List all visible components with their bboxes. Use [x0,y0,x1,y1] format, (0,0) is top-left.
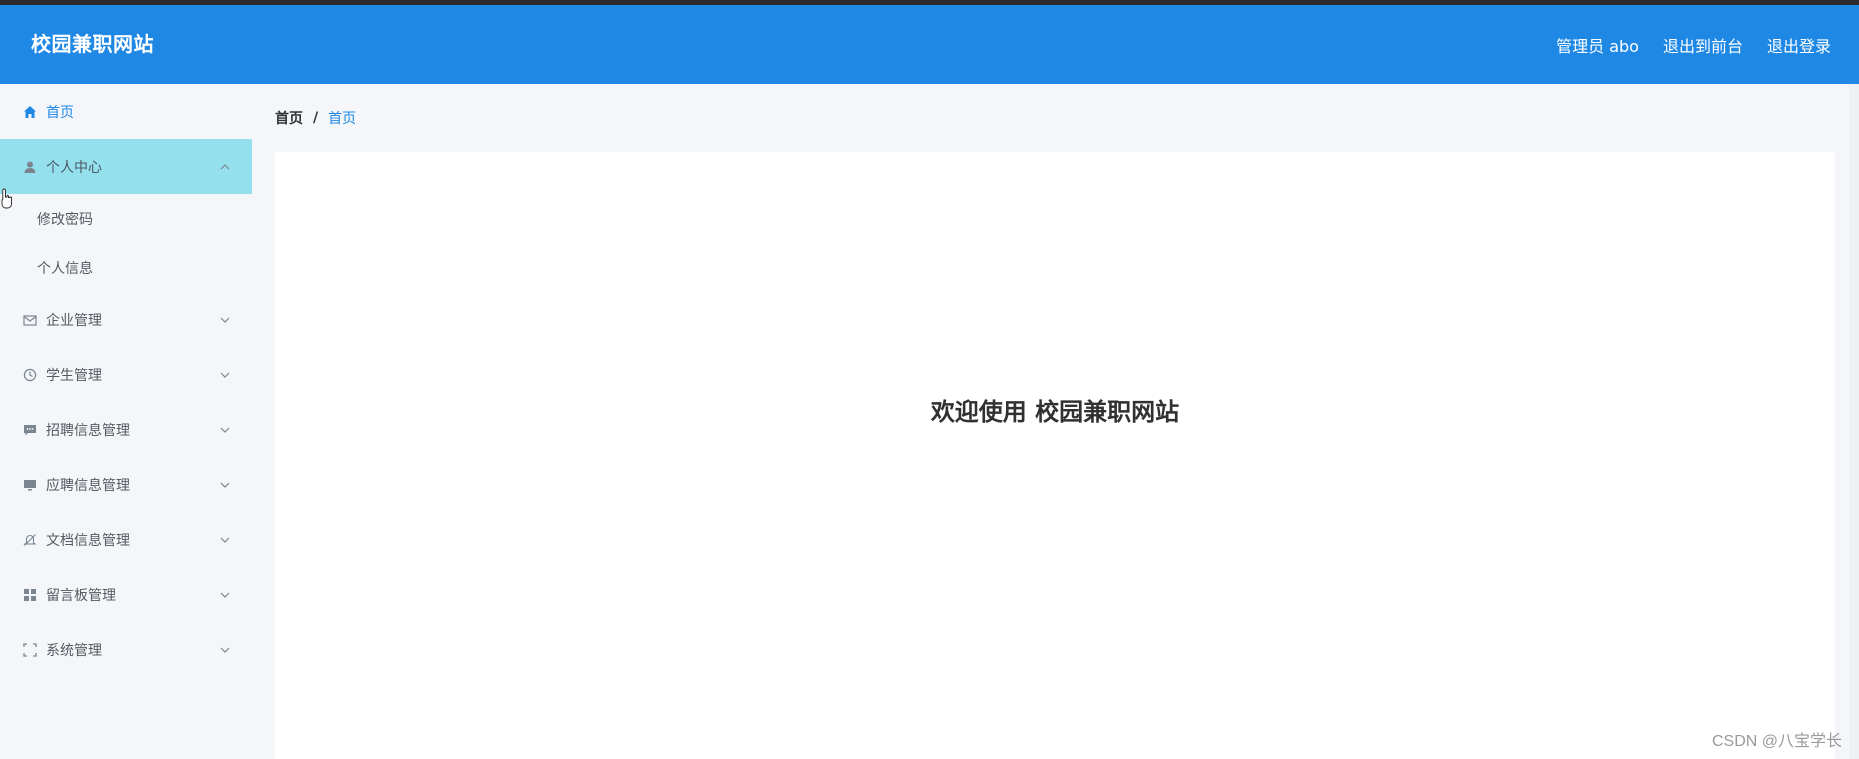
breadcrumb: 首页 / 首页 [275,108,356,128]
watermark-text: CSDN @八宝学长 [1711,733,1842,750]
sidebar-item-home[interactable]: 首页 [0,84,252,139]
sidebar-item-label: 应聘信息管理 [46,477,130,494]
admin-user-label[interactable]: 管理员 abo [1556,33,1639,57]
bell-off-icon [22,532,38,548]
exit-to-frontend-link[interactable]: 退出到前台 [1663,33,1743,57]
sidebar-subitem-personal-info[interactable]: 个人信息 [0,243,252,292]
sidebar-item-label: 招聘信息管理 [46,422,130,439]
sidebar-item-student-management[interactable]: 学生管理 [0,347,252,402]
breadcrumb-separator: / [313,110,319,126]
clock-icon [22,367,38,383]
home-icon [22,104,38,120]
chevron-down-icon [220,647,230,653]
chevron-down-icon [220,427,230,433]
hand-cursor-icon [1,188,12,209]
welcome-message: 欢迎使用 校园兼职网站 [930,398,1180,426]
sidebar-item-system-management[interactable]: 系统管理 [0,622,252,677]
sidebar-subitem-label: 修改密码 [37,211,93,228]
mail-icon [22,312,38,328]
sidebar-item-label: 系统管理 [46,642,102,659]
chevron-down-icon [220,372,230,378]
breadcrumb-current: 首页 [328,111,357,127]
logout-link[interactable]: 退出登录 [1767,33,1831,57]
user-icon [22,159,38,175]
chevron-down-icon [220,482,230,488]
chevron-down-icon [220,537,230,543]
sidebar-item-label: 企业管理 [46,312,102,329]
sidebar-item-recruitment-info[interactable]: 招聘信息管理 [0,402,252,457]
breadcrumb-root[interactable]: 首页 [275,108,303,128]
site-title: 校园兼职网站 [31,32,154,56]
sidebar-item-label: 留言板管理 [46,587,116,604]
monitor-icon [22,477,38,493]
sidebar-item-label: 首页 [46,104,74,121]
chevron-up-icon [220,163,230,169]
sidebar-menu: 首页 个人中心 修改密码 个人信息 企业管理 学生管理 招聘信息管理 应聘信息管… [0,84,252,759]
header-actions: 管理员 abo 退出到前台 退出登录 [1556,5,1831,84]
sidebar-item-company-management[interactable]: 企业管理 [0,292,252,347]
fullscreen-icon [22,642,38,658]
sidebar-subitem-label: 个人信息 [37,260,93,277]
chevron-down-icon [220,592,230,598]
chat-icon [22,422,38,438]
page-scrollbar[interactable] [1849,84,1859,759]
sidebar-item-message-board[interactable]: 留言板管理 [0,567,252,622]
sidebar-subitem-change-password[interactable]: 修改密码 [0,194,252,243]
chevron-down-icon [220,317,230,323]
grid-icon [22,587,38,603]
sidebar-item-label: 学生管理 [46,367,102,384]
sidebar-item-label: 文档信息管理 [46,532,130,549]
sidebar-item-document-info[interactable]: 文档信息管理 [0,512,252,567]
sidebar-item-personal-center[interactable]: 个人中心 [0,139,252,194]
main-content-card: 欢迎使用 校园兼职网站 [275,152,1835,759]
sidebar-item-label: 个人中心 [46,159,102,176]
sidebar-item-application-info[interactable]: 应聘信息管理 [0,457,252,512]
top-header: 校园兼职网站 管理员 abo 退出到前台 退出登录 [0,5,1859,84]
